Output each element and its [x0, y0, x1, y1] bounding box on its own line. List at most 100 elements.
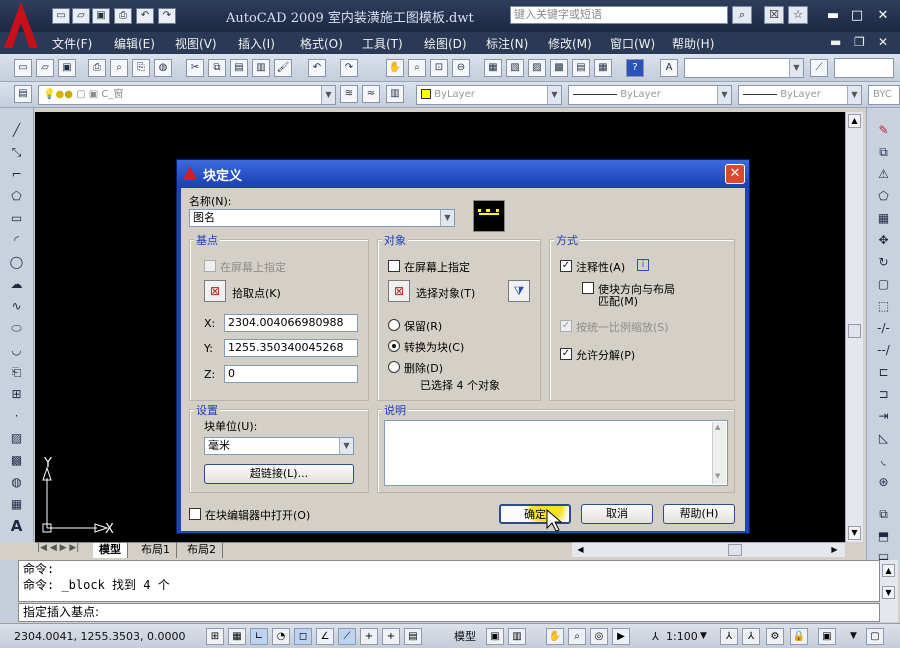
- menu-file[interactable]: 文件(F): [52, 35, 92, 52]
- construction-line-icon[interactable]: ⤡: [7, 144, 26, 161]
- stretch-icon[interactable]: ⬚: [874, 298, 893, 315]
- showmotion-icon[interactable]: ▶: [612, 628, 630, 645]
- redo-icon[interactable]: ↷: [158, 8, 176, 24]
- maximize-window-icon[interactable]: □: [846, 7, 868, 24]
- bring-front-icon[interactable]: ⬒: [874, 528, 893, 545]
- convert-to-block-radio[interactable]: [388, 340, 400, 352]
- save-icon[interactable]: ▣: [58, 59, 76, 77]
- delete-radio[interactable]: [388, 361, 400, 373]
- trim-icon[interactable]: -/-: [874, 320, 893, 337]
- 3dwf-icon[interactable]: ◍: [154, 59, 172, 77]
- gradient-icon[interactable]: ▩: [7, 452, 26, 469]
- zoom-status-icon[interactable]: ⌕: [568, 628, 586, 645]
- redo-icon[interactable]: ↷: [340, 59, 358, 77]
- coordinates-readout[interactable]: 2304.0041, 1255.3503, 0.0000: [14, 628, 185, 645]
- quickcalc-icon[interactable]: ▦: [594, 59, 612, 77]
- join-icon[interactable]: ⇥: [874, 408, 893, 425]
- cut-icon[interactable]: ✂: [186, 59, 204, 77]
- pan-icon[interactable]: ✋: [386, 59, 404, 77]
- favorites-star-icon[interactable]: ☆: [788, 6, 808, 24]
- menu-window[interactable]: 窗口(W): [610, 35, 655, 52]
- new-icon[interactable]: ▭: [52, 8, 70, 24]
- quick-view-layouts-icon[interactable]: ▣: [486, 628, 504, 645]
- model-space-toggle[interactable]: 模型: [454, 628, 476, 645]
- doc-minimize-icon[interactable]: ▬: [830, 35, 841, 49]
- allow-explode-checkbox[interactable]: ✓: [560, 348, 572, 360]
- menu-format[interactable]: 格式(O): [300, 35, 343, 52]
- tab-model[interactable]: 模型: [93, 543, 128, 558]
- annotation-visibility-icon[interactable]: ⅄: [720, 628, 738, 645]
- scale-uniformly-checkbox[interactable]: ✓: [560, 320, 572, 332]
- ducs-icon[interactable]: ⟋: [338, 628, 356, 645]
- scroll-thumb[interactable]: [848, 324, 861, 338]
- cmd-scroll-up-icon[interactable]: ▲: [882, 564, 895, 577]
- horizontal-scrollbar[interactable]: ◀ ▶: [572, 542, 845, 557]
- menu-insert[interactable]: 插入(I): [238, 35, 275, 52]
- menu-view[interactable]: 视图(V): [175, 35, 217, 52]
- z-input[interactable]: 0: [224, 365, 358, 383]
- make-current-layer-icon[interactable]: ≋: [340, 85, 358, 103]
- menu-draw[interactable]: 绘图(D): [424, 35, 467, 52]
- break-icon[interactable]: ⊐: [874, 386, 893, 403]
- block-name-combo[interactable]: 图名 ▼: [189, 209, 455, 227]
- chevron-down-icon[interactable]: ▼: [440, 210, 454, 226]
- lweight-icon[interactable]: +: [382, 628, 400, 645]
- doc-restore-icon[interactable]: ❐: [854, 35, 865, 49]
- fullscreen-icon[interactable]: ▢: [866, 628, 884, 645]
- annotation-scale[interactable]: 1:100: [666, 628, 698, 645]
- vertical-scrollbar[interactable]: ▲ ▼: [845, 112, 863, 542]
- dialog-title-bar[interactable]: 块定义 ✕: [177, 160, 749, 188]
- publish-icon[interactable]: ⎘: [132, 59, 150, 77]
- scroll-right-icon[interactable]: ▶: [828, 544, 841, 556]
- text-style-icon[interactable]: A: [660, 59, 678, 77]
- objects-onscreen-checkbox[interactable]: [388, 260, 400, 272]
- help-button[interactable]: 帮助(H): [663, 504, 735, 524]
- scroll-left-icon[interactable]: ◀: [574, 544, 587, 556]
- circle-icon[interactable]: ◯: [7, 254, 26, 271]
- chevron-down-icon[interactable]: ▼: [339, 438, 353, 454]
- rotate-icon[interactable]: ↻: [874, 254, 893, 271]
- make-block-icon[interactable]: ⊞: [7, 386, 26, 403]
- move-icon[interactable]: ✥: [874, 232, 893, 249]
- annotative-checkbox[interactable]: ✓: [560, 260, 572, 272]
- description-scrollbar[interactable]: ▲ ▼: [712, 422, 726, 484]
- x-input[interactable]: 2304.004066980988: [224, 314, 358, 332]
- doc-close-icon[interactable]: ✕: [878, 35, 888, 49]
- hatch-icon[interactable]: ▨: [7, 430, 26, 447]
- zoom-previous-icon[interactable]: ⊖: [452, 59, 470, 77]
- offset-icon[interactable]: ⬠: [874, 188, 893, 205]
- paste-icon[interactable]: ▤: [230, 59, 248, 77]
- ellipse-icon[interactable]: ⬭: [7, 320, 26, 337]
- block-unit-select[interactable]: 毫米 ▼: [204, 437, 354, 455]
- multiline-text-icon[interactable]: A: [7, 518, 26, 535]
- polygon-icon[interactable]: ⬠: [7, 188, 26, 205]
- command-scrollbar[interactable]: ▲ ▼: [880, 560, 898, 622]
- match-orientation-checkbox[interactable]: [582, 282, 594, 294]
- menu-dimension[interactable]: 标注(N): [486, 35, 528, 52]
- y-input[interactable]: 1255.350340045268: [224, 339, 358, 357]
- status-menu-icon[interactable]: ▼: [850, 628, 857, 645]
- help-search-input[interactable]: 键入关键字或短语: [510, 6, 728, 24]
- chamfer-icon[interactable]: ◺: [874, 430, 893, 447]
- clean-screen-icon[interactable]: ▣: [818, 628, 836, 645]
- layer-manager-icon[interactable]: ▤: [14, 85, 32, 103]
- layer-states-icon[interactable]: ▥: [386, 85, 404, 103]
- menu-help[interactable]: 帮助(H): [672, 35, 714, 52]
- linetype-select[interactable]: ByLayer ▼: [568, 85, 732, 105]
- lineweight-select[interactable]: ByLayer ▼: [738, 85, 862, 105]
- plot-icon[interactable]: ⎙: [88, 59, 106, 77]
- quick-view-drawings-icon[interactable]: ▥: [508, 628, 526, 645]
- save-icon[interactable]: ▣: [92, 8, 110, 24]
- open-icon[interactable]: ▱: [72, 8, 90, 24]
- cancel-button[interactable]: 取消: [581, 504, 653, 524]
- layer-select[interactable]: 💡●● ▢ ▣ C_窗 ▼: [38, 85, 336, 105]
- sheet-set-icon[interactable]: ▩: [550, 59, 568, 77]
- communication-center-icon[interactable]: ☒: [764, 6, 784, 24]
- help-icon[interactable]: ?: [626, 59, 644, 77]
- dyn-icon[interactable]: +: [360, 628, 378, 645]
- tab-nav-arrows-icon[interactable]: |◀ ◀ ▶ ▶|: [37, 543, 79, 553]
- menu-edit[interactable]: 编辑(E): [114, 35, 155, 52]
- select-objects-button[interactable]: ⊠: [388, 280, 410, 302]
- table-icon[interactable]: ▦: [7, 496, 26, 513]
- pan-status-icon[interactable]: ✋: [546, 628, 564, 645]
